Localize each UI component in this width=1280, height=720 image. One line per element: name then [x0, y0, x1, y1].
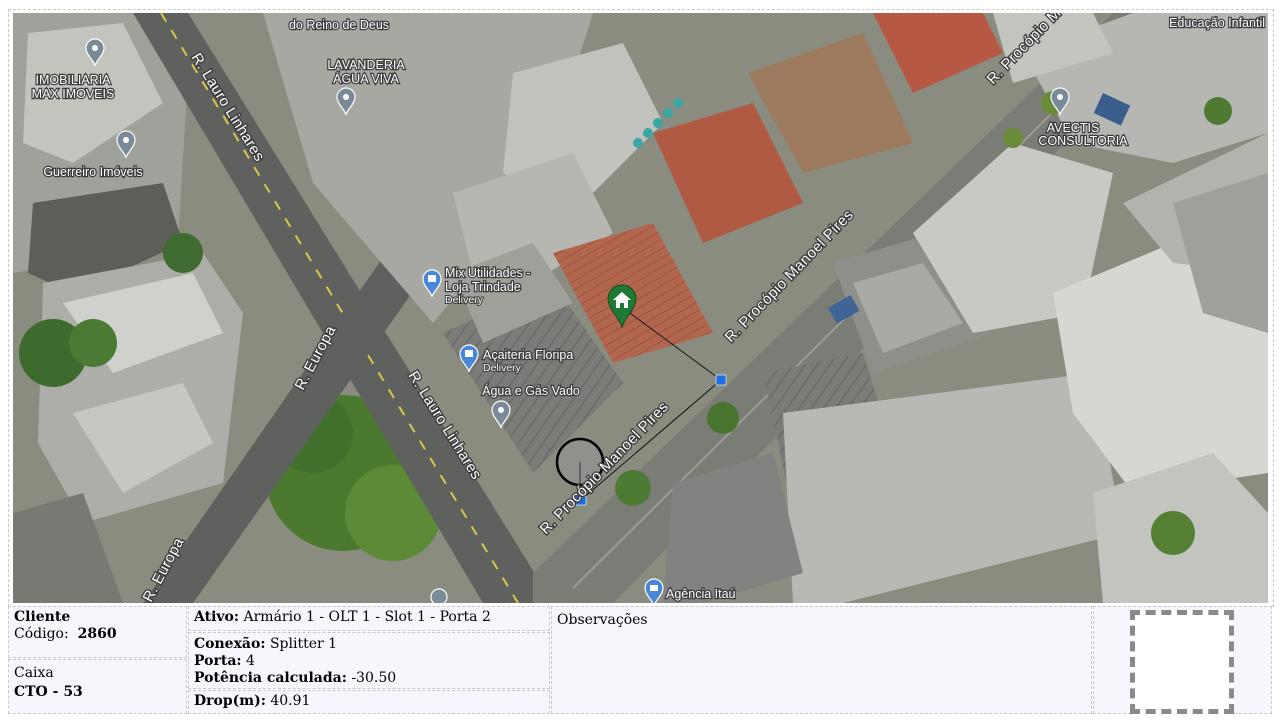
client-code-label: Código: [14, 626, 69, 642]
poi-label: Agência Itaú [666, 587, 736, 601]
port-label: Porta: [194, 653, 242, 669]
asset-label: Ativo: [194, 609, 240, 625]
poi-label: IMOBILIARIA [35, 73, 111, 87]
client-cell: Cliente Código: 2860 [8, 606, 187, 658]
school-icon [430, 588, 448, 603]
poi-label: MAX IMOVEIS [32, 87, 115, 101]
poi-label: Água e Gás Vado [482, 383, 580, 398]
notes-cell[interactable]: Observações [551, 606, 1092, 714]
port-value: 4 [246, 653, 255, 669]
poi-label: ÁGUA VIVA [333, 71, 399, 86]
drop-value: 40.91 [270, 693, 311, 709]
box-cell: Caixa CTO - 53 [8, 659, 187, 714]
poi-label: Loja Trindade [445, 280, 521, 294]
qr-placeholder-icon [1130, 610, 1234, 714]
poi-label: LAVANDERIA [327, 58, 405, 72]
power-label: Potência calculada: [194, 670, 347, 686]
map-canvas[interactable]: IMOBILIARIA MAX IMOVEIS Guerreiro Imóvei… [13, 13, 1268, 603]
drop-cell: Drop(m): 40.91 [188, 690, 550, 714]
client-title: Cliente [14, 609, 71, 625]
qr-cell [1093, 606, 1272, 714]
poi-label: do Reino de Deus [289, 18, 389, 32]
poi-sub-label: Delivery [483, 362, 522, 374]
poi-label: Mix Utilidades - [445, 266, 530, 280]
poi-sub-label: Delivery [445, 294, 484, 306]
connection-label: Conexão: [194, 636, 266, 652]
poi-label: Guerreiro Imóveis [43, 165, 142, 179]
power-value: -30.50 [351, 670, 397, 686]
poi-reino[interactable]: do Reino de Deus [288, 17, 390, 33]
notes-title: Observações [557, 612, 648, 628]
client-code-value: 2860 [77, 626, 117, 642]
route-vertex-handle[interactable] [715, 374, 727, 386]
satellite-map[interactable]: IMOBILIARIA MAX IMOVEIS Guerreiro Imóvei… [13, 13, 1268, 603]
asset-cell: Ativo: Armário 1 - OLT 1 - Slot 1 - Port… [188, 606, 550, 631]
connection-value: Splitter 1 [269, 636, 338, 652]
box-title: Caixa [14, 665, 54, 681]
connection-cell: Conexão: Splitter 1 Porta: 4 Potência ca… [188, 632, 550, 689]
poi-label: Açaiteria Floripa [483, 348, 573, 362]
poi-label: CONSULTORIA [1038, 134, 1128, 148]
drop-label: Drop(m): [194, 693, 266, 709]
asset-value: Armário 1 - OLT 1 - Slot 1 - Porta 2 [243, 609, 491, 625]
poi-educacao[interactable]: Educação Infantil [1168, 15, 1266, 31]
poi-label: Educação Infantil [1169, 16, 1265, 30]
info-panel: Cliente Código: 2860 Caixa CTO - 53 Ativ… [8, 606, 1272, 716]
poi-label: AVECTIS [1047, 121, 1100, 135]
box-value: CTO - 53 [14, 684, 83, 700]
